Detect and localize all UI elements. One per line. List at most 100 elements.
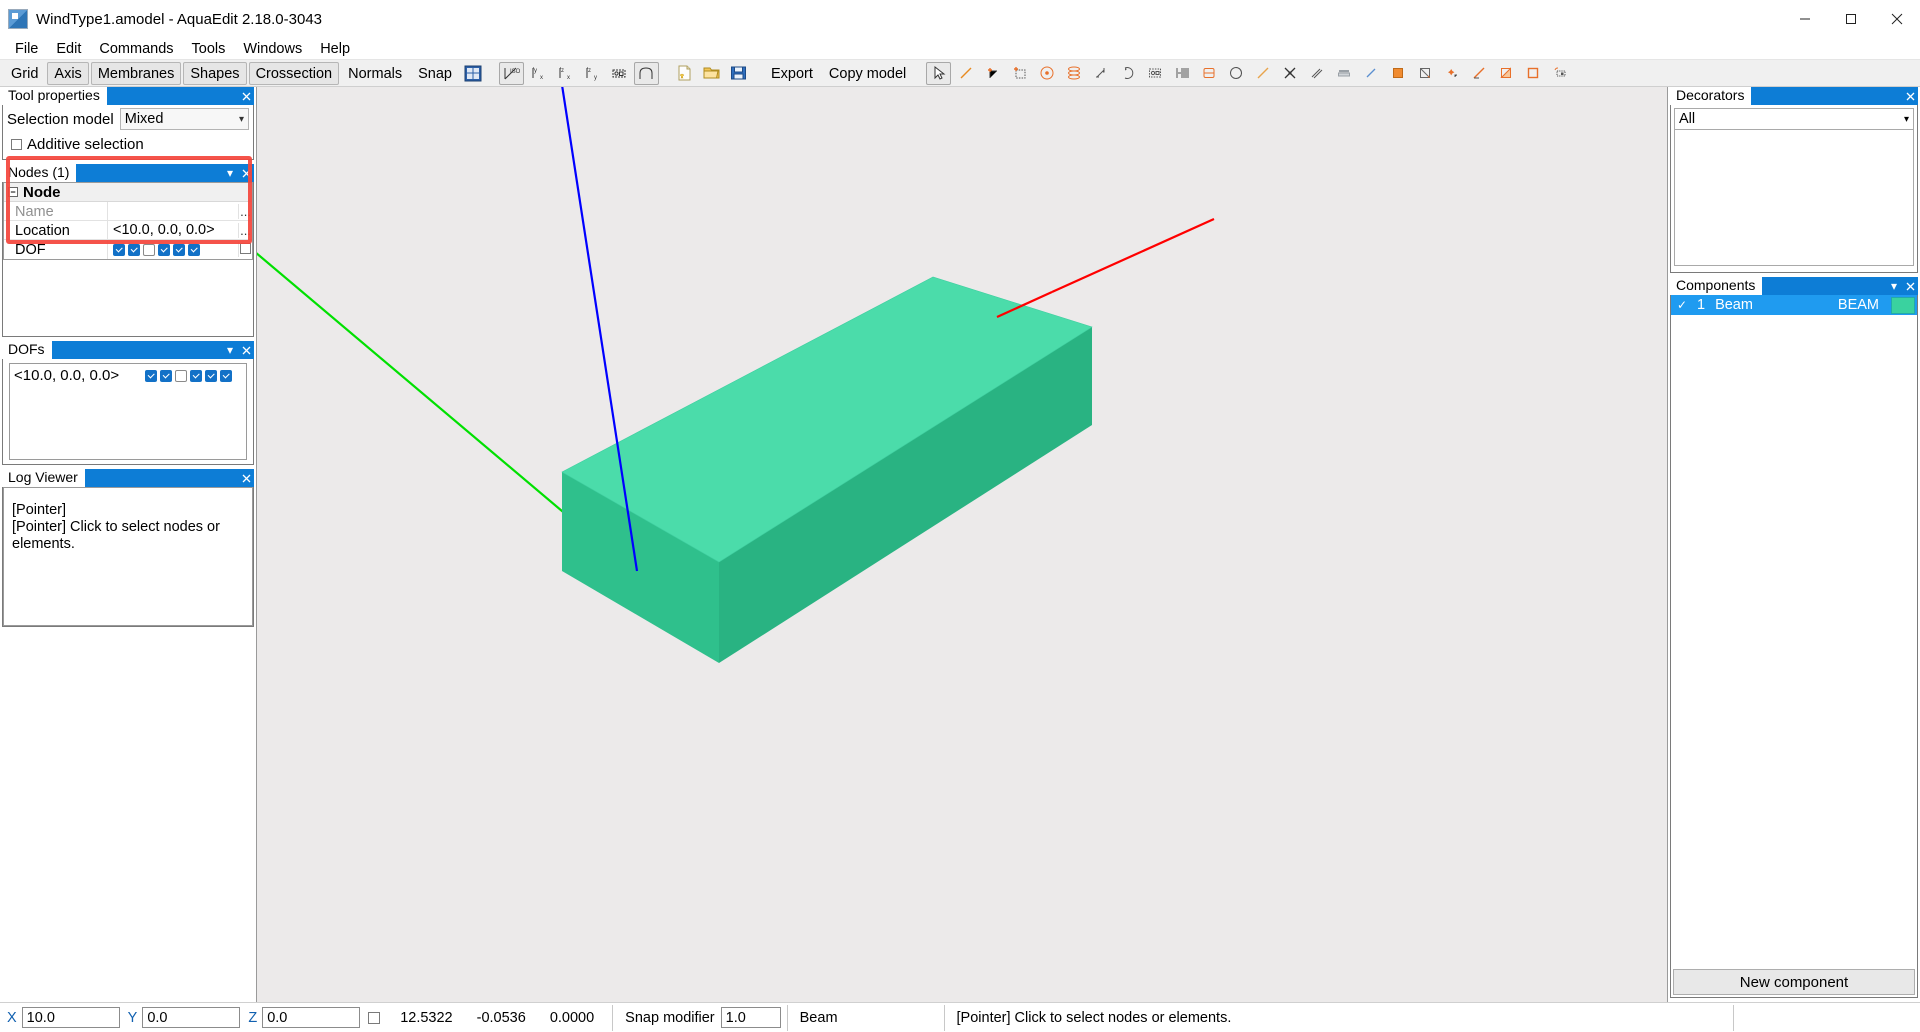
dof-checkbox-4[interactable] — [158, 243, 170, 256]
dof-checkbox-3[interactable] — [143, 243, 155, 256]
view-x-icon[interactable]: yx — [526, 62, 551, 85]
dofs-checkbox-2[interactable] — [160, 369, 172, 382]
short-line-icon[interactable] — [1358, 62, 1383, 85]
components-close-icon[interactable] — [1902, 277, 1918, 295]
toolbar-toggle-shapes[interactable]: Shapes — [183, 61, 247, 85]
dofs-close-icon[interactable] — [238, 341, 254, 359]
selection-model-combo[interactable]: Mixed ▾ — [119, 108, 249, 130]
dof-checkbox-6[interactable] — [188, 243, 200, 256]
toolbar-toggle-axis[interactable]: Axis — [47, 61, 89, 85]
node-location-row[interactable]: Location <10.0, 0.0, 0.0> ... — [4, 221, 252, 240]
node-dof-value-cell[interactable] — [108, 240, 252, 259]
copy-model-button[interactable]: Copy model — [822, 62, 913, 85]
viewport-3d[interactable] — [256, 87, 1668, 1002]
menu-item-windows[interactable]: Windows — [234, 39, 311, 59]
additive-selection-checkbox[interactable] — [11, 139, 22, 150]
view-z-y-icon[interactable]: zy — [580, 62, 605, 85]
dofs-checkbox-4[interactable] — [190, 369, 202, 382]
cylinder-icon[interactable] — [1196, 62, 1221, 85]
decorators-close-icon[interactable] — [1902, 87, 1918, 105]
toolbar-toggle-grid[interactable]: Grid — [4, 62, 45, 85]
additive-selection-row[interactable]: Additive selection — [3, 131, 253, 159]
close-button[interactable] — [1874, 0, 1920, 38]
crossection-icon[interactable] — [633, 61, 659, 85]
nodes-close-icon[interactable] — [238, 164, 254, 182]
toolbar-toggle-membranes[interactable]: Membranes — [90, 61, 182, 85]
node-dof-extra-checkbox[interactable] — [238, 242, 252, 257]
dof-checkbox-5[interactable] — [173, 243, 185, 256]
menu-item-edit[interactable]: Edit — [47, 39, 90, 59]
array-icon[interactable] — [1169, 62, 1194, 85]
point-snap-icon[interactable] — [1439, 62, 1464, 85]
empty-square-icon[interactable] — [1412, 62, 1437, 85]
add-node-icon[interactable] — [980, 62, 1005, 85]
component-check-icon[interactable]: ✓ — [1677, 298, 1687, 312]
toolbar-toggle-crossection[interactable]: Crossection — [248, 61, 340, 85]
export-button[interactable]: Export — [764, 62, 820, 85]
z-input[interactable] — [262, 1007, 361, 1028]
x-input[interactable] — [21, 1007, 120, 1028]
nodes-collapse-icon[interactable]: ▾ — [222, 164, 238, 182]
dofs-collapse-icon[interactable]: ▾ — [222, 341, 238, 359]
dof-checkbox-1[interactable] — [113, 243, 125, 256]
dofs-checkbox-6[interactable] — [220, 369, 232, 382]
tool-properties-close-icon[interactable] — [238, 87, 254, 105]
outline-square-icon[interactable] — [1520, 62, 1545, 85]
menu-item-tools[interactable]: Tools — [183, 39, 235, 59]
node-dof-row[interactable]: DOF — [4, 240, 252, 259]
new-file-icon[interactable] — [672, 62, 697, 85]
dofs-entry-row[interactable]: <10.0, 0.0, 0.0> — [14, 367, 242, 384]
toolbar-toggle-normals[interactable]: Normals — [341, 62, 409, 85]
collapse-toggle-icon[interactable]: − — [8, 187, 18, 197]
pointer-tool-icon[interactable] — [926, 61, 952, 85]
node-location-value-cell[interactable]: <10.0, 0.0, 0.0> ... — [108, 221, 252, 239]
parallel-lines-icon[interactable] — [1304, 62, 1329, 85]
node-name-ellipsis-button[interactable]: ... — [238, 203, 252, 219]
half-circle-icon[interactable] — [1223, 62, 1248, 85]
decorators-title[interactable]: Decorators — [1670, 87, 1752, 105]
cross-snap-icon[interactable] — [1277, 62, 1302, 85]
decorators-list[interactable] — [1674, 130, 1914, 266]
new-component-button[interactable]: New component — [1673, 969, 1915, 995]
add-grid-node-icon[interactable] — [1007, 62, 1032, 85]
log-viewer-close-icon[interactable] — [238, 469, 254, 487]
open-folder-icon[interactable] — [699, 62, 724, 85]
tool-properties-title[interactable]: Tool properties — [2, 87, 107, 105]
select-box-icon[interactable] — [1142, 62, 1167, 85]
dofs-checkbox-5[interactable] — [205, 369, 217, 382]
scale-icon[interactable] — [1088, 62, 1113, 85]
rotate-icon[interactable] — [1115, 62, 1140, 85]
menu-item-file[interactable]: File — [6, 39, 47, 59]
components-title[interactable]: Components — [1670, 277, 1763, 295]
view-z-x-icon[interactable]: zx — [553, 62, 578, 85]
minimize-button[interactable] — [1782, 0, 1828, 38]
center-point-icon[interactable] — [1034, 62, 1059, 85]
angle-line-icon[interactable] — [1466, 62, 1491, 85]
toolbar-toggle-snap[interactable]: Snap — [411, 62, 459, 85]
menu-item-commands[interactable]: Commands — [90, 39, 182, 59]
iso-view-icon[interactable]: ISO — [498, 61, 524, 85]
extrude-stack-icon[interactable] — [1061, 62, 1086, 85]
menu-item-help[interactable]: Help — [311, 39, 359, 59]
decorators-filter-combo[interactable]: All ▾ — [1674, 108, 1914, 130]
viewport-canvas[interactable] — [257, 87, 1317, 845]
log-viewer-title[interactable]: Log Viewer — [2, 469, 85, 487]
snap-modifier-input[interactable] — [720, 1007, 781, 1028]
node-location-ellipsis-button[interactable]: ... — [238, 222, 252, 238]
save-icon[interactable] — [726, 62, 751, 85]
dofs-checkbox-3[interactable] — [175, 369, 187, 382]
dofs-checkbox-1[interactable] — [145, 369, 157, 382]
dofs-list[interactable]: <10.0, 0.0, 0.0> — [9, 363, 247, 460]
maximize-button[interactable] — [1828, 0, 1874, 38]
components-collapse-icon[interactable]: ▾ — [1886, 277, 1902, 295]
filled-square-icon[interactable] — [1385, 62, 1410, 85]
measure-icon[interactable] — [1547, 62, 1572, 85]
dof-checkbox-2[interactable] — [128, 243, 140, 256]
nodes-title[interactable]: Nodes (1) — [2, 164, 77, 182]
node-group-row[interactable]: − Node — [4, 183, 252, 202]
node-name-row[interactable]: Name ... — [4, 202, 252, 221]
view-fit-icon[interactable] — [607, 62, 632, 85]
log-viewer-content[interactable]: [Pointer] [Pointer] Click to select node… — [3, 487, 253, 626]
coordinate-lock-checkbox[interactable] — [368, 1011, 381, 1024]
line-tool-icon[interactable] — [953, 62, 978, 85]
